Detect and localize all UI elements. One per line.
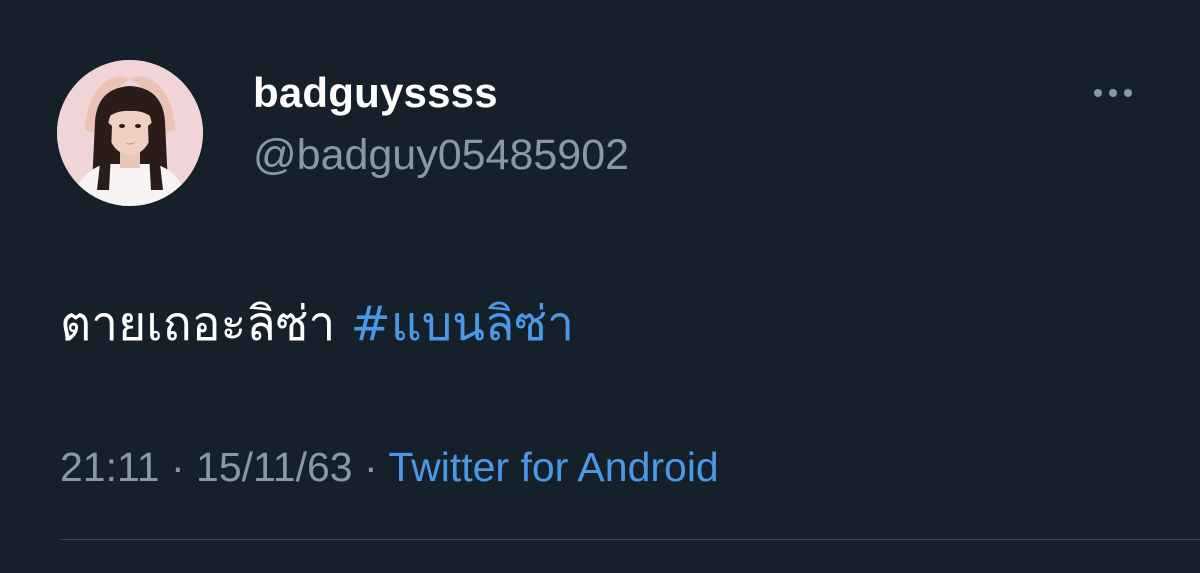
source-link[interactable]: Twitter for Android	[388, 444, 718, 490]
tweet-time[interactable]: 21:11	[60, 444, 160, 490]
meta-separator: ·	[364, 444, 378, 490]
avatar-image	[57, 60, 203, 206]
author-display-name[interactable]: badguyssss	[253, 72, 498, 114]
hashtag-link[interactable]: #แบนลิซ่า	[351, 296, 574, 352]
tweet-text: ตายเถอะลิซ่า #แบนลิซ่า	[60, 296, 574, 354]
more-options-button[interactable]	[1088, 80, 1138, 106]
tweet-metadata: 21:11 · 15/11/63 · Twitter for Android	[60, 447, 719, 488]
tweet-date[interactable]: 15/11/63	[196, 444, 353, 490]
meta-separator: ·	[170, 444, 185, 490]
divider	[60, 539, 1200, 540]
more-horizontal-icon	[1094, 89, 1132, 97]
avatar[interactable]	[57, 60, 203, 206]
tweet-card: badguyssss @badguy05485902 ตายเถอะลิซ่า …	[0, 0, 1200, 573]
author-handle[interactable]: @badguy05485902	[253, 134, 629, 177]
tweet-body: ตายเถอะลิซ่า	[60, 296, 336, 352]
